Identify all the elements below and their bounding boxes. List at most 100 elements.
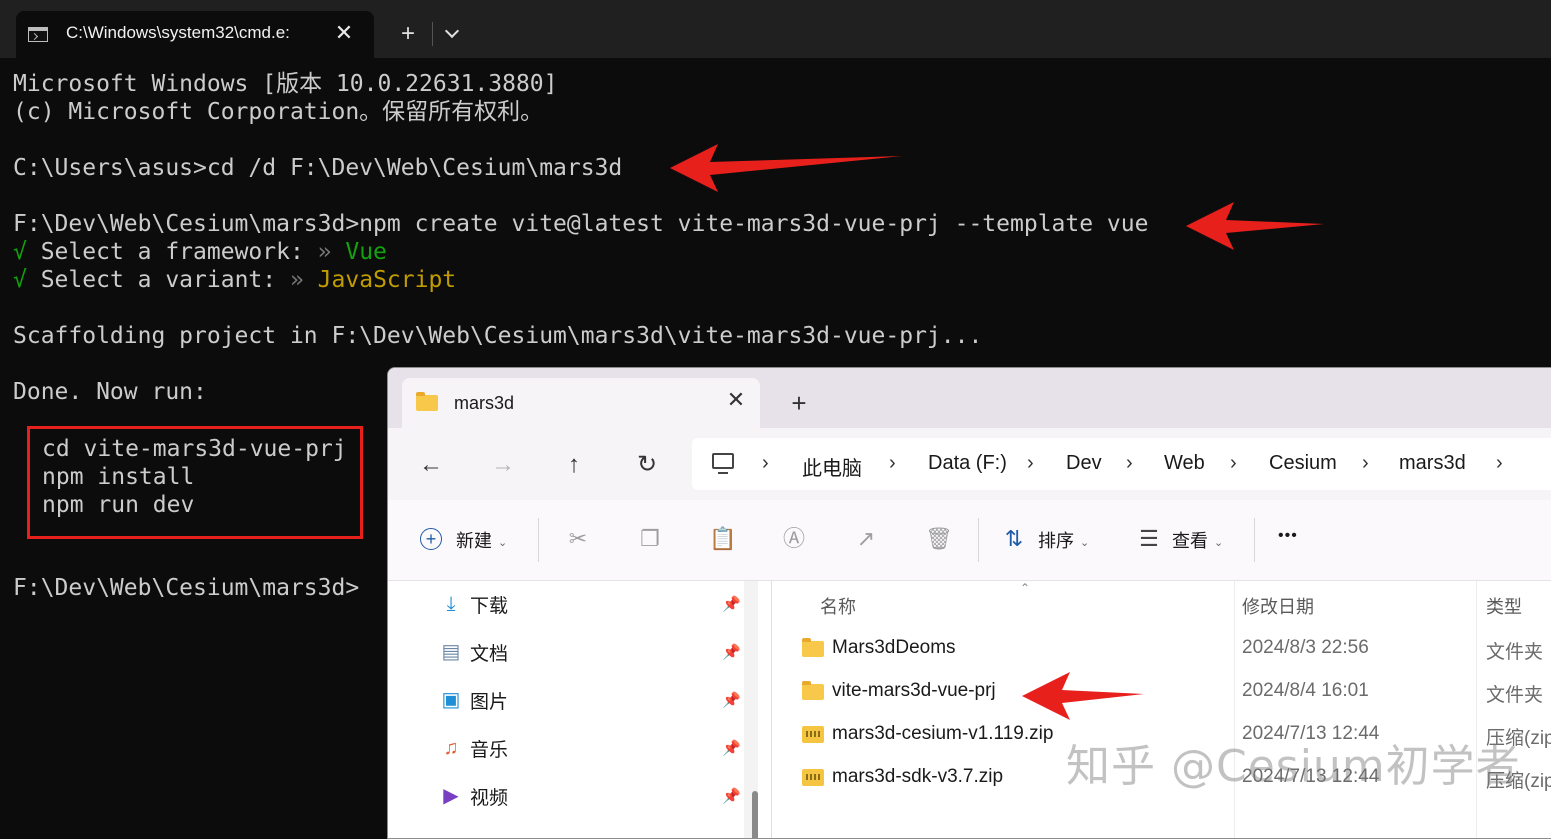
check-icon: √ [13,239,27,265]
file-type: 文件夹 [1486,685,1544,706]
terminal-line: F:\Dev\Web\Cesium\mars3d>npm create vite… [13,211,1149,237]
terminal-line: C:\Users\asus>cd /d F:\Dev\Web\Cesium\ma… [13,155,623,181]
share-icon[interactable]: ↗ [853,526,879,552]
pin-icon[interactable]: 📌 [722,643,741,661]
file-name: mars3d-sdk-v3.7.zip [832,766,1004,787]
sidebar-item-downloads[interactable]: ⤓ 下载 📌 [440,585,741,625]
chevron-right-icon[interactable]: › [762,452,769,475]
chevron-down-icon: ⌄ [1080,536,1090,549]
breadcrumb-item[interactable]: Data (F:) [928,452,1007,475]
view-icon[interactable]: ☰ [1136,526,1162,552]
sidebar-item-pictures[interactable]: ▣ 图片 📌 [440,681,741,721]
terminal-line: npm run dev [42,492,195,518]
toolbar-divider [1254,518,1255,562]
column-header-type[interactable]: 类型 [1486,593,1522,619]
file-name: vite-mars3d-vue-prj [832,680,996,701]
watermark: 知乎 @Cesium初学者 [1066,741,1521,792]
paste-icon[interactable]: 📋 [709,526,736,552]
check-icon: √ [13,267,27,293]
address-bar[interactable]: › 此电脑 › Data (F:) › Dev › Web › Cesium ›… [692,438,1551,490]
chevron-down-icon[interactable] [442,24,464,46]
copy-icon[interactable]: ❐ [637,526,663,552]
terminal-line: (c) Microsoft Corporation。保留所有权利。 [13,99,544,125]
sidebar-item-documents[interactable]: ▤ 文档 📌 [440,633,741,673]
terminal-line: npm install [42,464,195,490]
video-icon: ▶ [443,785,459,807]
refresh-icon[interactable]: ↻ [632,450,662,480]
variant-value: JavaScript [303,267,457,293]
prompt-text: Select a variant: [26,267,290,293]
sort-ascending-icon: ⌃ [1020,581,1031,595]
breadcrumb-item[interactable]: Web [1164,452,1205,475]
separator-glyph: » [289,267,304,293]
terminal-tab[interactable]: C:\Windows\system32\cmd.e: ✕ [16,11,374,58]
terminal-line: √ Select a variant: » JavaScript [13,266,456,294]
download-icon: ⤓ [446,593,456,615]
close-icon[interactable]: ✕ [724,388,748,412]
breadcrumb-item[interactable]: Cesium [1269,452,1337,475]
sort-button[interactable]: 排序 ⌄ [1038,527,1089,553]
terminal-line: Scaffolding project in F:\Dev\Web\Cesium… [13,323,983,349]
terminal-line: Done. Now run: [13,379,207,405]
tab-divider [432,22,433,46]
column-header-name[interactable]: 名称 [820,593,856,619]
terminal-prompt: F:\Dev\Web\Cesium\mars3d> [13,575,360,601]
file-name: Mars3dDeoms [832,637,956,658]
file-row[interactable]: Mars3dDeoms 2024/8/3 22:56 文件夹 [772,629,1551,669]
navigation-pane: ⤓ 下载 📌 ▤ 文档 📌 ▣ 图片 📌 ♫ 音乐 📌 ▶ 视频 📌 [388,581,771,838]
sort-icon[interactable]: ⇅ [1001,526,1027,552]
terminal-line: √ Select a framework: » Vue [13,238,387,266]
rename-icon[interactable]: Ⓐ [781,526,807,552]
chevron-down-icon: ⌄ [498,536,508,549]
sidebar-item-label: 文档 [470,644,509,665]
terminal-line: cd vite-mars3d-vue-prj [42,436,347,462]
zip-icon [802,769,824,786]
breadcrumb-item[interactable]: mars3d [1399,452,1466,475]
prompt-text: Select a framework: [26,239,318,265]
up-arrow-icon[interactable]: ↑ [559,450,589,480]
chevron-right-icon[interactable]: › [1362,452,1369,475]
more-options-button[interactable]: ••• [1278,527,1298,545]
breadcrumb-item[interactable]: 此电脑 [802,452,862,481]
chevron-right-icon[interactable]: › [1230,452,1237,475]
chevron-right-icon[interactable]: › [1496,452,1503,475]
cut-icon[interactable]: ✂ [565,526,591,552]
sidebar-item-music[interactable]: ♫ 音乐 📌 [440,729,741,769]
pin-icon[interactable]: 📌 [722,595,741,613]
chevron-right-icon[interactable]: › [1126,452,1133,475]
close-icon[interactable]: ✕ [332,21,356,45]
file-type: 文件夹 [1486,642,1544,663]
view-button[interactable]: 查看 ⌄ [1172,527,1223,553]
column-header-date[interactable]: 修改日期 [1242,593,1314,619]
new-button[interactable]: 新建 ⌄ [456,527,507,553]
sidebar-item-label: 音乐 [470,740,509,761]
sidebar-item-videos[interactable]: ▶ 视频 📌 [440,777,740,817]
chevron-right-icon[interactable]: › [889,452,896,475]
scrollbar-thumb[interactable] [752,791,758,838]
new-tab-button[interactable]: + [784,388,814,418]
sidebar-item-label: 下载 [470,596,509,617]
explorer-tab-title: mars3d [454,393,515,413]
new-tab-button[interactable]: + [390,16,426,52]
back-arrow-icon[interactable]: ← [416,450,446,480]
delete-icon[interactable]: 🗑 [925,526,953,552]
breadcrumb-item[interactable]: Dev [1066,452,1102,475]
file-list: ⌃ 名称 修改日期 类型 Mars3dDeoms 2024/8/3 22:56 … [772,581,1551,838]
pin-icon[interactable]: 📌 [722,691,741,709]
add-icon[interactable]: + [420,528,442,550]
explorer-tab[interactable]: mars3d ✕ [402,378,760,428]
sidebar-item-label: 视频 [470,788,509,809]
pin-icon[interactable]: 📌 [722,739,741,757]
new-button-label: 新建 [456,531,492,551]
forward-arrow-icon[interactable]: → [488,450,518,480]
chevron-right-icon[interactable]: › [1027,452,1034,475]
cmd-icon [28,27,48,42]
terminal-tab-title: C:\Windows\system32\cmd.e: [66,23,290,42]
pin-icon[interactable]: 📌 [722,787,741,805]
file-row[interactable]: vite-mars3d-vue-prj 2024/8/4 16:01 文件夹 [772,672,1551,712]
file-name: mars3d-cesium-v1.119.zip [832,723,1054,744]
document-icon: ▤ [441,641,461,663]
annotation-arrow-icon [670,144,902,192]
sort-button-label: 排序 [1038,531,1074,551]
navigation-bar: ← → ↑ ↻ › 此电脑 › Data (F:) › Dev › Web › … [388,428,1551,500]
